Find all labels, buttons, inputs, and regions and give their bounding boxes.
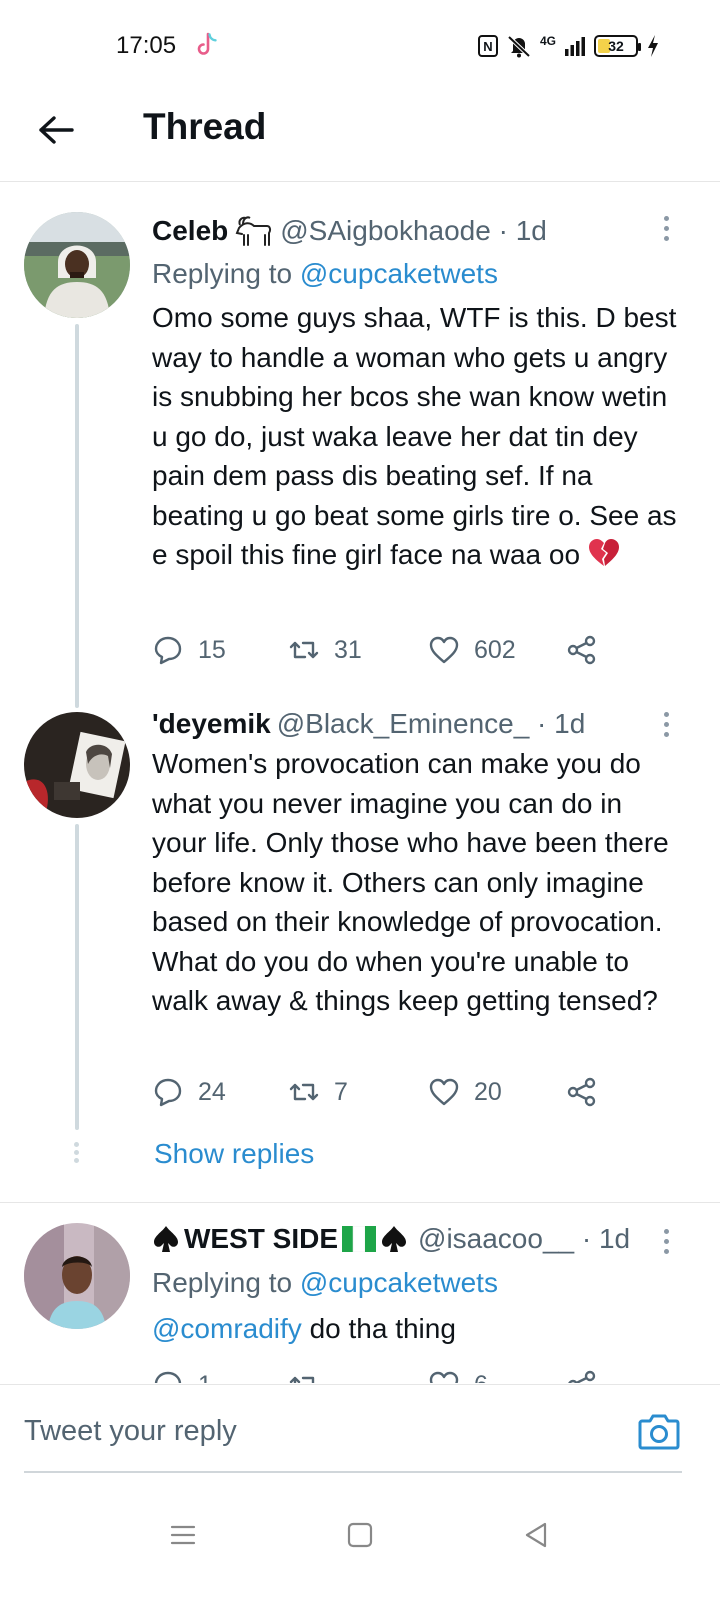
like-button[interactable]: 20 bbox=[428, 1076, 502, 1108]
reply-prefix: Replying to bbox=[152, 258, 293, 289]
system-nav-bar bbox=[0, 1492, 720, 1600]
tweet-text-content: Omo some guys shaa, WTF is this. D best … bbox=[152, 302, 677, 570]
spade-icon bbox=[382, 1226, 407, 1252]
status-time: 17:05 bbox=[116, 32, 177, 59]
battery-icon: 32 bbox=[594, 35, 641, 57]
heart-icon bbox=[429, 1078, 459, 1106]
tweet-actions: 15 31 602 bbox=[152, 634, 612, 674]
reply-input-underline bbox=[24, 1471, 682, 1473]
tweet-header: 'deyemik @Black_Eminence_ · 1d bbox=[152, 708, 585, 740]
more-options-icon[interactable] bbox=[664, 712, 670, 742]
tweet[interactable]: Celeb @SAigbokhaode · 1d Replying to @cu… bbox=[0, 190, 720, 708]
author-name[interactable]: WEST SIDE bbox=[184, 1223, 338, 1255]
mute-icon bbox=[507, 35, 531, 58]
author-handle[interactable]: @SAigbokhaode · 1d bbox=[280, 215, 547, 247]
avatar[interactable] bbox=[24, 712, 130, 818]
share-button[interactable] bbox=[566, 634, 598, 666]
retweet-button[interactable] bbox=[288, 1369, 320, 1383]
spade-icon bbox=[154, 1226, 178, 1252]
battery-level: 32 bbox=[608, 38, 624, 54]
like-button[interactable]: 602 bbox=[428, 634, 516, 666]
reply-to-mention[interactable]: @cupcaketwets bbox=[300, 1267, 498, 1298]
reply-count: 24 bbox=[198, 1077, 226, 1106]
broken-heart-icon bbox=[588, 539, 619, 566]
avatar[interactable] bbox=[24, 1223, 130, 1329]
reply-bar: Tweet your reply bbox=[0, 1384, 720, 1492]
comment-icon bbox=[154, 1371, 182, 1383]
avatar[interactable] bbox=[24, 212, 130, 318]
author-handle[interactable]: @Black_Eminence_ · 1d bbox=[277, 708, 586, 740]
tweet-actions: 1 6 bbox=[152, 1369, 612, 1383]
retweet-icon bbox=[289, 641, 319, 659]
retweet-count: 31 bbox=[334, 635, 362, 664]
reply-count: 1 bbox=[198, 1371, 212, 1384]
arrow-left-icon bbox=[39, 116, 74, 144]
share-icon bbox=[568, 1370, 596, 1383]
tweet-header: WEST SIDE @isaacoo__ · 1d bbox=[152, 1223, 630, 1255]
like-count: 6 bbox=[474, 1371, 488, 1384]
reply-count: 15 bbox=[198, 635, 226, 664]
retweet-count: 7 bbox=[334, 1077, 348, 1106]
menu-icon[interactable] bbox=[168, 1520, 198, 1550]
home-square-icon[interactable] bbox=[345, 1520, 375, 1550]
heart-icon bbox=[429, 1371, 459, 1383]
tweet-text-content: do tha thing bbox=[301, 1313, 456, 1344]
like-button[interactable]: 6 bbox=[428, 1369, 488, 1383]
status-bar: 17:05 N 4G 32 bbox=[0, 0, 720, 90]
replying-to: Replying to @cupcaketwets bbox=[152, 1267, 498, 1299]
tweet-mention[interactable]: @comradify bbox=[152, 1313, 302, 1344]
replying-to: Replying to @cupcaketwets bbox=[152, 258, 498, 290]
share-button[interactable] bbox=[566, 1369, 598, 1383]
author-name[interactable]: 'deyemik bbox=[152, 708, 271, 740]
retweet-icon bbox=[289, 1083, 319, 1101]
share-icon bbox=[567, 635, 596, 665]
like-count: 602 bbox=[474, 635, 516, 664]
status-icons: N 4G 32 bbox=[477, 32, 660, 60]
retweet-button[interactable]: 7 bbox=[288, 1076, 348, 1108]
comment-icon bbox=[154, 636, 182, 665]
reply-prefix: Replying to bbox=[152, 1267, 293, 1298]
signal-icon bbox=[565, 37, 585, 56]
network-label: 4G bbox=[539, 34, 556, 48]
tweet[interactable]: WEST SIDE @isaacoo__ · 1d Replying to @c… bbox=[0, 1203, 720, 1383]
more-options-icon[interactable] bbox=[664, 1229, 670, 1259]
retweet-icon bbox=[289, 1376, 315, 1383]
back-button[interactable] bbox=[34, 108, 78, 152]
reply-button[interactable]: 1 bbox=[152, 1369, 212, 1383]
tiktok-icon bbox=[197, 32, 217, 55]
thread-line bbox=[75, 824, 79, 1130]
thread-line bbox=[75, 324, 79, 708]
goat-icon bbox=[235, 216, 272, 246]
share-icon bbox=[567, 1077, 596, 1107]
charging-icon bbox=[648, 35, 658, 57]
more-options-icon[interactable] bbox=[664, 216, 670, 246]
reply-input[interactable]: Tweet your reply bbox=[24, 1415, 237, 1448]
reply-button[interactable]: 15 bbox=[152, 634, 226, 666]
tweet-text: Women's provocation can make you do what… bbox=[152, 748, 669, 1016]
back-triangle-icon[interactable] bbox=[521, 1520, 551, 1550]
reply-button[interactable]: 24 bbox=[152, 1076, 226, 1108]
nfc-icon: N bbox=[477, 35, 498, 57]
heart-icon bbox=[429, 636, 459, 664]
like-count: 20 bbox=[474, 1077, 502, 1106]
camera-icon[interactable] bbox=[638, 1411, 680, 1451]
tweet[interactable]: 'deyemik @Black_Eminence_ · 1d Women's p… bbox=[0, 700, 720, 1200]
tweet-text: @comradify do tha thing bbox=[152, 1309, 682, 1349]
author-handle[interactable]: @isaacoo__ · 1d bbox=[418, 1223, 630, 1255]
comment-icon bbox=[154, 1078, 182, 1107]
retweet-button[interactable]: 31 bbox=[288, 634, 362, 666]
show-replies-link[interactable]: Show replies bbox=[154, 1138, 314, 1170]
page-title: Thread bbox=[143, 106, 267, 147]
tweet-header: Celeb @SAigbokhaode · 1d bbox=[152, 214, 547, 248]
nigeria-flag-icon bbox=[342, 1226, 377, 1252]
thread-continuation-dots bbox=[74, 1142, 80, 1166]
reply-to-mention[interactable]: @cupcaketwets bbox=[300, 258, 498, 289]
tweet-actions: 24 7 20 bbox=[152, 1076, 612, 1116]
tweet-text: Omo some guys shaa, WTF is this. D best … bbox=[152, 298, 682, 575]
author-name[interactable]: Celeb bbox=[152, 215, 228, 247]
thread-header: Thread bbox=[0, 90, 720, 182]
share-button[interactable] bbox=[566, 1076, 598, 1108]
